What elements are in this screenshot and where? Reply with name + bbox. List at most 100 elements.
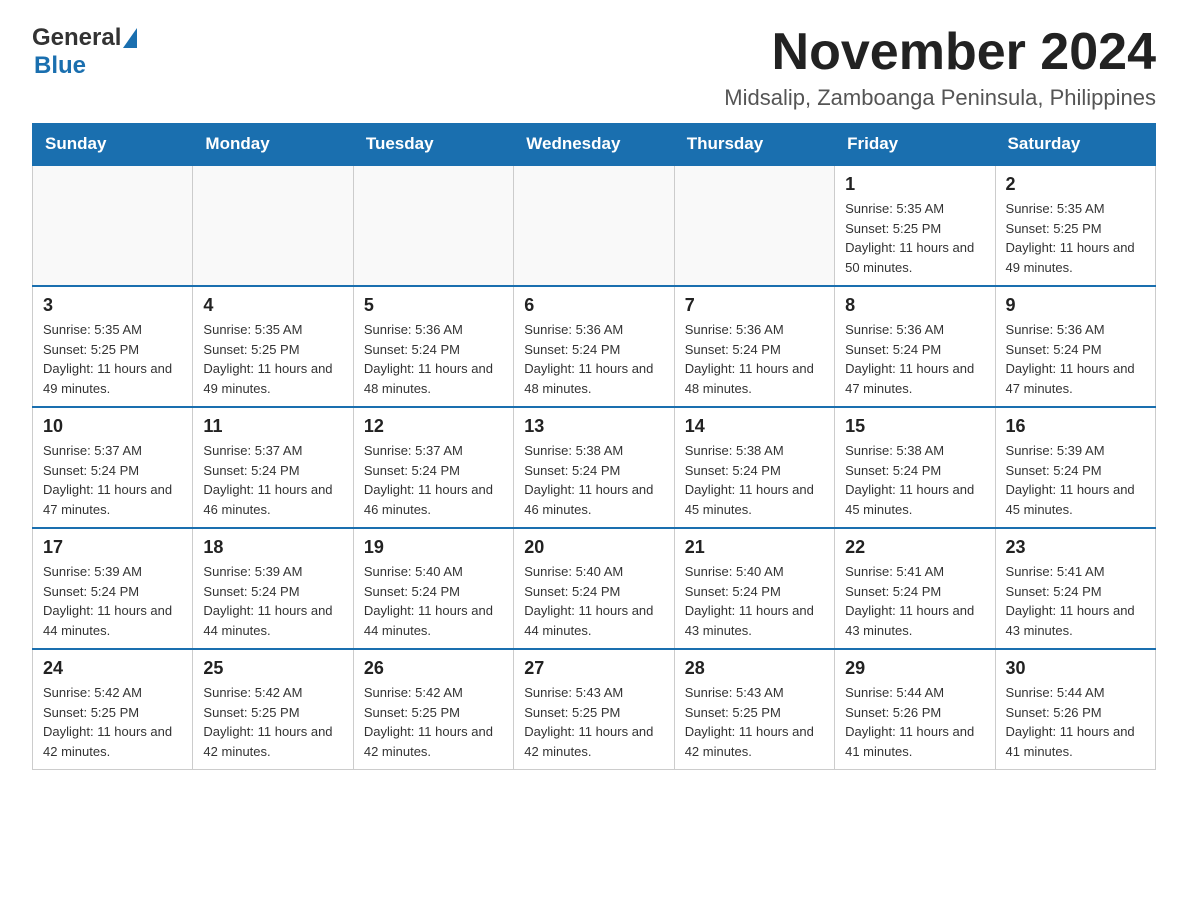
day-number: 14 xyxy=(685,416,824,437)
day-number: 20 xyxy=(524,537,663,558)
calendar-week-row: 3 Sunrise: 5:35 AM Sunset: 5:25 PM Daylig… xyxy=(33,286,1156,407)
calendar-header-monday: Monday xyxy=(193,124,353,166)
day-info: Sunrise: 5:43 AM Sunset: 5:25 PM Dayligh… xyxy=(685,683,824,761)
day-info: Sunrise: 5:39 AM Sunset: 5:24 PM Dayligh… xyxy=(43,562,182,640)
day-number: 17 xyxy=(43,537,182,558)
calendar-day-cell xyxy=(33,165,193,286)
calendar-day-cell: 25 Sunrise: 5:42 AM Sunset: 5:25 PM Dayli… xyxy=(193,649,353,770)
calendar-header-saturday: Saturday xyxy=(995,124,1155,166)
calendar-day-cell: 3 Sunrise: 5:35 AM Sunset: 5:25 PM Daylig… xyxy=(33,286,193,407)
logo-general-text: General xyxy=(32,24,121,52)
logo-blue-text: Blue xyxy=(34,52,137,80)
calendar-day-cell: 13 Sunrise: 5:38 AM Sunset: 5:24 PM Dayli… xyxy=(514,407,674,528)
calendar-header-friday: Friday xyxy=(835,124,995,166)
logo-arrow-icon xyxy=(123,28,137,48)
calendar-day-cell: 28 Sunrise: 5:43 AM Sunset: 5:25 PM Dayli… xyxy=(674,649,834,770)
day-info: Sunrise: 5:36 AM Sunset: 5:24 PM Dayligh… xyxy=(364,320,503,398)
day-info: Sunrise: 5:35 AM Sunset: 5:25 PM Dayligh… xyxy=(845,199,984,277)
day-number: 30 xyxy=(1006,658,1145,679)
day-number: 27 xyxy=(524,658,663,679)
day-info: Sunrise: 5:39 AM Sunset: 5:24 PM Dayligh… xyxy=(203,562,342,640)
logo: General Blue xyxy=(32,24,137,80)
calendar-day-cell: 9Sunrise: 5:36 AM Sunset: 5:24 PM Daylig… xyxy=(995,286,1155,407)
day-info: Sunrise: 5:40 AM Sunset: 5:24 PM Dayligh… xyxy=(524,562,663,640)
day-number: 18 xyxy=(203,537,342,558)
calendar-day-cell: 14 Sunrise: 5:38 AM Sunset: 5:24 PM Dayli… xyxy=(674,407,834,528)
calendar-day-cell: 6 Sunrise: 5:36 AM Sunset: 5:24 PM Daylig… xyxy=(514,286,674,407)
day-info: Sunrise: 5:38 AM Sunset: 5:24 PM Dayligh… xyxy=(845,441,984,519)
day-info: Sunrise: 5:44 AM Sunset: 5:26 PM Dayligh… xyxy=(845,683,984,761)
day-info: Sunrise: 5:39 AM Sunset: 5:24 PM Dayligh… xyxy=(1006,441,1145,519)
day-info: Sunrise: 5:40 AM Sunset: 5:24 PM Dayligh… xyxy=(685,562,824,640)
day-number: 13 xyxy=(524,416,663,437)
calendar-header-wednesday: Wednesday xyxy=(514,124,674,166)
day-number: 25 xyxy=(203,658,342,679)
calendar-week-row: 24 Sunrise: 5:42 AM Sunset: 5:25 PM Dayli… xyxy=(33,649,1156,770)
calendar-day-cell xyxy=(674,165,834,286)
calendar-day-cell: 26Sunrise: 5:42 AM Sunset: 5:25 PM Dayli… xyxy=(353,649,513,770)
calendar-day-cell: 16 Sunrise: 5:39 AM Sunset: 5:24 PM Dayli… xyxy=(995,407,1155,528)
day-number: 22 xyxy=(845,537,984,558)
calendar-day-cell: 20 Sunrise: 5:40 AM Sunset: 5:24 PM Dayli… xyxy=(514,528,674,649)
calendar-day-cell: 24 Sunrise: 5:42 AM Sunset: 5:25 PM Dayli… xyxy=(33,649,193,770)
day-info: Sunrise: 5:37 AM Sunset: 5:24 PM Dayligh… xyxy=(203,441,342,519)
calendar-day-cell: 1Sunrise: 5:35 AM Sunset: 5:25 PM Daylig… xyxy=(835,165,995,286)
calendar-header-thursday: Thursday xyxy=(674,124,834,166)
day-info: Sunrise: 5:36 AM Sunset: 5:24 PM Dayligh… xyxy=(685,320,824,398)
calendar-day-cell xyxy=(353,165,513,286)
day-number: 10 xyxy=(43,416,182,437)
calendar-day-cell: 5 Sunrise: 5:36 AM Sunset: 5:24 PM Daylig… xyxy=(353,286,513,407)
day-number: 19 xyxy=(364,537,503,558)
day-info: Sunrise: 5:42 AM Sunset: 5:25 PM Dayligh… xyxy=(203,683,342,761)
calendar-day-cell: 2 Sunrise: 5:35 AM Sunset: 5:25 PM Daylig… xyxy=(995,165,1155,286)
day-number: 28 xyxy=(685,658,824,679)
calendar-day-cell: 10 Sunrise: 5:37 AM Sunset: 5:24 PM Dayli… xyxy=(33,407,193,528)
calendar-day-cell xyxy=(514,165,674,286)
day-number: 7 xyxy=(685,295,824,316)
day-info: Sunrise: 5:38 AM Sunset: 5:24 PM Dayligh… xyxy=(524,441,663,519)
day-number: 24 xyxy=(43,658,182,679)
day-info: Sunrise: 5:37 AM Sunset: 5:24 PM Dayligh… xyxy=(43,441,182,519)
day-info: Sunrise: 5:36 AM Sunset: 5:24 PM Dayligh… xyxy=(845,320,984,398)
day-info: Sunrise: 5:35 AM Sunset: 5:25 PM Dayligh… xyxy=(203,320,342,398)
calendar-day-cell: 4 Sunrise: 5:35 AM Sunset: 5:25 PM Daylig… xyxy=(193,286,353,407)
calendar-header-tuesday: Tuesday xyxy=(353,124,513,166)
day-info: Sunrise: 5:36 AM Sunset: 5:24 PM Dayligh… xyxy=(1006,320,1145,398)
day-info: Sunrise: 5:42 AM Sunset: 5:25 PM Dayligh… xyxy=(364,683,503,761)
page-header: General Blue November 2024 Midsalip, Zam… xyxy=(32,24,1156,111)
calendar-day-cell: 29 Sunrise: 5:44 AM Sunset: 5:26 PM Dayli… xyxy=(835,649,995,770)
location-text: Midsalip, Zamboanga Peninsula, Philippin… xyxy=(724,85,1156,111)
calendar-day-cell: 23Sunrise: 5:41 AM Sunset: 5:24 PM Dayli… xyxy=(995,528,1155,649)
day-number: 6 xyxy=(524,295,663,316)
calendar-day-cell: 22Sunrise: 5:41 AM Sunset: 5:24 PM Dayli… xyxy=(835,528,995,649)
day-number: 12 xyxy=(364,416,503,437)
day-number: 29 xyxy=(845,658,984,679)
calendar-day-cell: 7 Sunrise: 5:36 AM Sunset: 5:24 PM Daylig… xyxy=(674,286,834,407)
calendar-day-cell: 18 Sunrise: 5:39 AM Sunset: 5:24 PM Dayli… xyxy=(193,528,353,649)
day-info: Sunrise: 5:35 AM Sunset: 5:25 PM Dayligh… xyxy=(43,320,182,398)
day-number: 16 xyxy=(1006,416,1145,437)
day-info: Sunrise: 5:38 AM Sunset: 5:24 PM Dayligh… xyxy=(685,441,824,519)
day-number: 8 xyxy=(845,295,984,316)
calendar-header-row: SundayMondayTuesdayWednesdayThursdayFrid… xyxy=(33,124,1156,166)
day-number: 11 xyxy=(203,416,342,437)
day-number: 3 xyxy=(43,295,182,316)
calendar-header-sunday: Sunday xyxy=(33,124,193,166)
day-info: Sunrise: 5:36 AM Sunset: 5:24 PM Dayligh… xyxy=(524,320,663,398)
day-info: Sunrise: 5:40 AM Sunset: 5:24 PM Dayligh… xyxy=(364,562,503,640)
calendar-day-cell: 19 Sunrise: 5:40 AM Sunset: 5:24 PM Dayli… xyxy=(353,528,513,649)
day-info: Sunrise: 5:43 AM Sunset: 5:25 PM Dayligh… xyxy=(524,683,663,761)
calendar-day-cell: 12 Sunrise: 5:37 AM Sunset: 5:24 PM Dayli… xyxy=(353,407,513,528)
title-area: November 2024 Midsalip, Zamboanga Penins… xyxy=(724,24,1156,111)
calendar-day-cell: 17 Sunrise: 5:39 AM Sunset: 5:24 PM Dayli… xyxy=(33,528,193,649)
day-number: 2 xyxy=(1006,174,1145,195)
calendar-day-cell: 15 Sunrise: 5:38 AM Sunset: 5:24 PM Dayli… xyxy=(835,407,995,528)
calendar-table: SundayMondayTuesdayWednesdayThursdayFrid… xyxy=(32,123,1156,770)
day-number: 4 xyxy=(203,295,342,316)
day-info: Sunrise: 5:37 AM Sunset: 5:24 PM Dayligh… xyxy=(364,441,503,519)
day-info: Sunrise: 5:42 AM Sunset: 5:25 PM Dayligh… xyxy=(43,683,182,761)
day-number: 21 xyxy=(685,537,824,558)
day-number: 5 xyxy=(364,295,503,316)
day-info: Sunrise: 5:35 AM Sunset: 5:25 PM Dayligh… xyxy=(1006,199,1145,277)
day-number: 15 xyxy=(845,416,984,437)
